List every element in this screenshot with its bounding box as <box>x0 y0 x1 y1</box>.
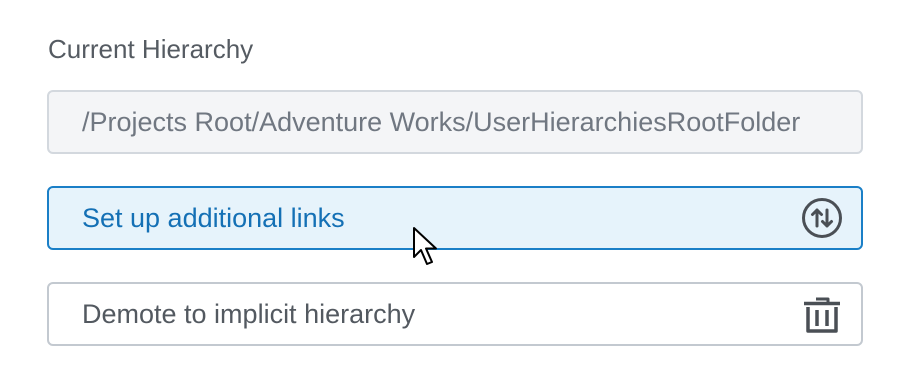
demote-to-implicit-hierarchy-button[interactable]: Demote to implicit hierarchy <box>47 282 863 346</box>
hierarchy-path-field[interactable]: /Projects Root/Adventure Works/UserHiera… <box>47 90 863 154</box>
demote-to-implicit-hierarchy-label: Demote to implicit hierarchy <box>82 299 416 329</box>
trash-icon <box>804 297 840 333</box>
swap-vertical-circle-icon <box>802 198 842 238</box>
set-up-additional-links-label: Set up additional links <box>82 203 345 233</box>
hierarchy-panel: Current Hierarchy /Projects Root/Adventu… <box>0 0 921 387</box>
current-hierarchy-label: Current Hierarchy <box>48 34 254 64</box>
set-up-additional-links-button[interactable]: Set up additional links <box>47 186 863 250</box>
hierarchy-path-value: /Projects Root/Adventure Works/UserHiera… <box>82 107 801 137</box>
